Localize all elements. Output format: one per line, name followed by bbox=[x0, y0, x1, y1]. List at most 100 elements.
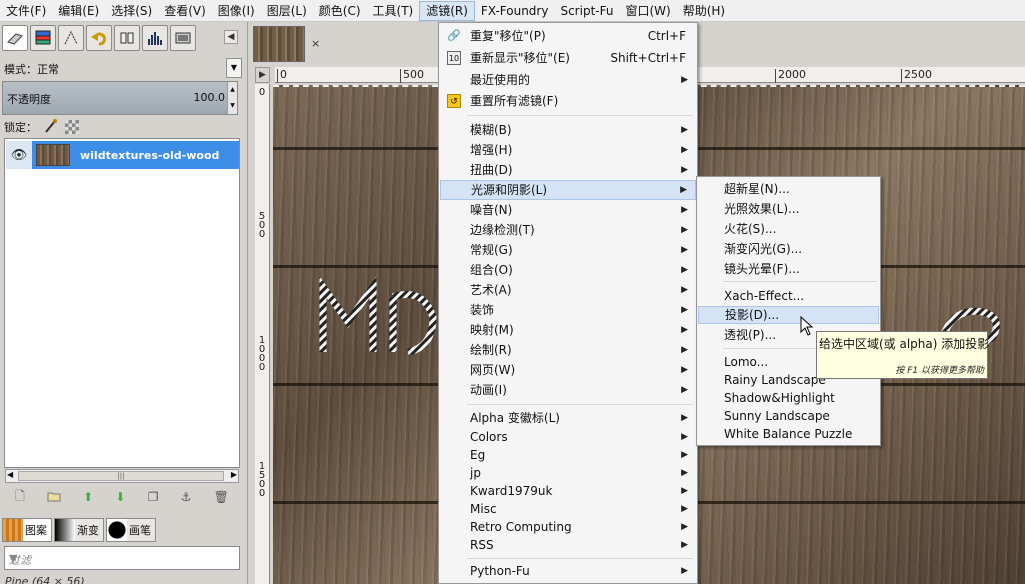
layer-row[interactable]: 👁 wildtextures-old-wood bbox=[6, 141, 239, 169]
menu-item-map[interactable]: 映射(M) ▶ bbox=[440, 320, 696, 340]
menu-item-rss[interactable]: RSS ▶ bbox=[440, 535, 696, 555]
menu-fx-foundry[interactable]: FX-Foundry bbox=[475, 1, 555, 21]
tool-options-tab-icon[interactable] bbox=[2, 25, 28, 51]
menu-item-kward1979uk[interactable]: Kward1979uk ▶ bbox=[440, 481, 696, 501]
menu-item-jp[interactable]: jp ▶ bbox=[440, 463, 696, 483]
delete-layer-icon[interactable]: 🗑 bbox=[214, 490, 229, 504]
layers-tab-icon[interactable] bbox=[30, 25, 56, 51]
menu-item-render[interactable]: 绘制(R) ▶ bbox=[440, 340, 696, 360]
menu-item-generic[interactable]: 常规(G) ▶ bbox=[440, 240, 696, 260]
new-layer-icon[interactable]: 🗋 bbox=[15, 487, 25, 508]
submenu-arrow-icon: ▶ bbox=[681, 125, 688, 135]
menu-item-blur[interactable]: 模糊(B) ▶ bbox=[440, 120, 696, 140]
ruler-corner-icon[interactable]: ▶ bbox=[255, 67, 270, 83]
menu-item-web[interactable]: 网页(W) ▶ bbox=[440, 360, 696, 380]
mode-value[interactable]: 正常 bbox=[37, 63, 59, 76]
gradients-icon bbox=[55, 519, 75, 541]
menu-windows[interactable]: 窗口(W) bbox=[619, 1, 676, 21]
menu-item-edge-detect[interactable]: 边缘检测(T) ▶ bbox=[440, 220, 696, 240]
submenu-item-gradient-flare[interactable]: 渐变闪光(G)... bbox=[698, 240, 879, 258]
menu-item-colors[interactable]: Colors ▶ bbox=[440, 427, 696, 447]
brushes-icon bbox=[107, 519, 127, 541]
lower-layer-icon[interactable]: ⬇ bbox=[115, 490, 125, 504]
scroll-left-icon[interactable]: ◀ bbox=[7, 470, 13, 479]
new-group-icon[interactable] bbox=[47, 490, 61, 505]
menu-item-alpha-to-logo[interactable]: Alpha 变徽标(L) ▶ bbox=[440, 408, 696, 428]
brushes-tab[interactable]: 画笔 bbox=[106, 518, 156, 542]
paths-tab-icon[interactable] bbox=[58, 25, 84, 51]
opacity-slider[interactable]: 不透明度 100.0 ▲ ▼ bbox=[2, 81, 238, 115]
channels-tab-icon[interactable] bbox=[114, 25, 140, 51]
menu-item-retro-computing[interactable]: Retro Computing ▶ bbox=[440, 517, 696, 537]
menu-item-distorts[interactable]: 扭曲(D) ▶ bbox=[440, 160, 696, 180]
visibility-eye-icon[interactable]: 👁 bbox=[6, 141, 32, 169]
menu-item-reset-all[interactable]: ↺ 重置所有滤镜(F) bbox=[440, 91, 696, 111]
menu-colors[interactable]: 颜色(C) bbox=[313, 1, 367, 21]
submenu-item-sunny-landscape[interactable]: Sunny Landscape bbox=[698, 407, 879, 425]
menu-item-reshow[interactable]: 10 重新显示"移位"(E) Shift+Ctrl+F bbox=[440, 48, 696, 68]
menu-item-repeat[interactable]: 🔗 重复"移位"(P) Ctrl+F bbox=[440, 26, 696, 46]
menu-item-misc[interactable]: Misc ▶ bbox=[440, 499, 696, 519]
submenu-arrow-icon: ▶ bbox=[681, 486, 688, 496]
menu-layer[interactable]: 图层(L) bbox=[261, 1, 313, 21]
menu-item-artistic[interactable]: 艺术(A) ▶ bbox=[440, 280, 696, 300]
lock-label: 锁定： bbox=[4, 121, 37, 134]
menu-item-decor[interactable]: 装饰 ▶ bbox=[440, 300, 696, 320]
layer-name[interactable]: wildtextures-old-wood bbox=[80, 149, 219, 162]
menu-item-recent[interactable]: 最近使用的 ▶ bbox=[440, 70, 696, 90]
ruler-left-tick: 1000 bbox=[258, 335, 266, 373]
menu-item-python-fu[interactable]: Python-Fu ▶ bbox=[440, 561, 696, 581]
patterns-tab-label: 图案 bbox=[25, 524, 47, 537]
layers-scrollbar[interactable]: ◀ ||| ▶ bbox=[5, 469, 239, 483]
submenu-item-supernova[interactable]: 超新星(N)... bbox=[698, 180, 879, 198]
layers-dock: ◀ 模式：正常 ▼ 不透明度 100.0 ▲ ▼ 锁定： 👁 wildtextur… bbox=[0, 22, 248, 584]
menu-edit[interactable]: 编辑(E) bbox=[52, 1, 105, 21]
menu-item-light-shadow[interactable]: 光源和阴影(L) ▶ bbox=[440, 180, 696, 200]
menu-separator bbox=[467, 404, 693, 405]
submenu-item-xach-effect[interactable]: Xach-Effect... bbox=[698, 287, 879, 305]
dock-tab-bar bbox=[2, 25, 196, 53]
images-tab-icon[interactable] bbox=[170, 25, 196, 51]
anchor-layer-icon[interactable]: ⚓ bbox=[181, 490, 192, 504]
image-tab-thumbnail[interactable] bbox=[253, 26, 305, 62]
opacity-value[interactable]: 100.0 bbox=[194, 91, 226, 104]
duplicate-layer-icon[interactable]: ❐ bbox=[148, 490, 159, 504]
menu-item-animation[interactable]: 动画(I) ▶ bbox=[440, 380, 696, 400]
menu-item-combine[interactable]: 组合(O) ▶ bbox=[440, 260, 696, 280]
undo-tab-icon[interactable] bbox=[86, 25, 112, 51]
submenu-item-white-balance-puzzle[interactable]: White Balance Puzzle bbox=[698, 425, 879, 443]
menu-file[interactable]: 文件(F) bbox=[0, 1, 52, 21]
lock-pixels-icon[interactable] bbox=[43, 118, 59, 137]
menu-item-enhance[interactable]: 增强(H) ▶ bbox=[440, 140, 696, 160]
menu-item-eg[interactable]: Eg ▶ bbox=[440, 445, 696, 465]
menu-help[interactable]: 帮助(H) bbox=[677, 1, 731, 21]
lock-alpha-icon[interactable] bbox=[65, 120, 79, 134]
pattern-filter-input[interactable]: 过滤 ▼ bbox=[4, 546, 240, 570]
submenu-item-lighting-effects[interactable]: 光照效果(L)... bbox=[698, 200, 879, 218]
menu-script-fu[interactable]: Script-Fu bbox=[554, 1, 619, 21]
dock-menu-icon[interactable]: ◀ bbox=[224, 30, 238, 44]
submenu-item-lens-flare[interactable]: 镜头光晕(F)... bbox=[698, 260, 879, 278]
filter-dropdown-icon[interactable]: ▼ bbox=[9, 552, 237, 565]
layer-thumbnail bbox=[36, 144, 70, 166]
gradients-tab[interactable]: 渐变 bbox=[54, 518, 104, 542]
submenu-item-sparkle[interactable]: 火花(S)... bbox=[698, 220, 879, 238]
submenu-item-drop-shadow[interactable]: 投影(D)... bbox=[698, 306, 879, 324]
menu-item-noise[interactable]: 噪音(N) ▶ bbox=[440, 200, 696, 220]
image-tab-close-icon[interactable]: × bbox=[311, 37, 320, 50]
scroll-right-icon[interactable]: ▶ bbox=[231, 470, 237, 479]
scrollbar-thumb[interactable]: ||| bbox=[18, 471, 224, 481]
histogram-tab-icon[interactable] bbox=[142, 25, 168, 51]
submenu-item-shadow-highlight[interactable]: Shadow&Highlight bbox=[698, 389, 879, 407]
menu-tools[interactable]: 工具(T) bbox=[367, 1, 420, 21]
menu-image[interactable]: 图像(I) bbox=[212, 1, 261, 21]
opacity-spin-icon[interactable]: ▲ ▼ bbox=[227, 82, 237, 114]
raise-layer-icon[interactable]: ⬆ bbox=[83, 490, 93, 504]
shortcut-label: Ctrl+F bbox=[647, 29, 686, 43]
menu-filters[interactable]: 滤镜(R) bbox=[419, 0, 475, 21]
submenu-arrow-icon: ▶ bbox=[681, 540, 688, 550]
mode-dropdown-icon[interactable]: ▼ bbox=[226, 58, 242, 78]
menu-view[interactable]: 查看(V) bbox=[158, 1, 212, 21]
menu-select[interactable]: 选择(S) bbox=[105, 1, 158, 21]
patterns-tab[interactable]: 图案 bbox=[2, 518, 52, 542]
